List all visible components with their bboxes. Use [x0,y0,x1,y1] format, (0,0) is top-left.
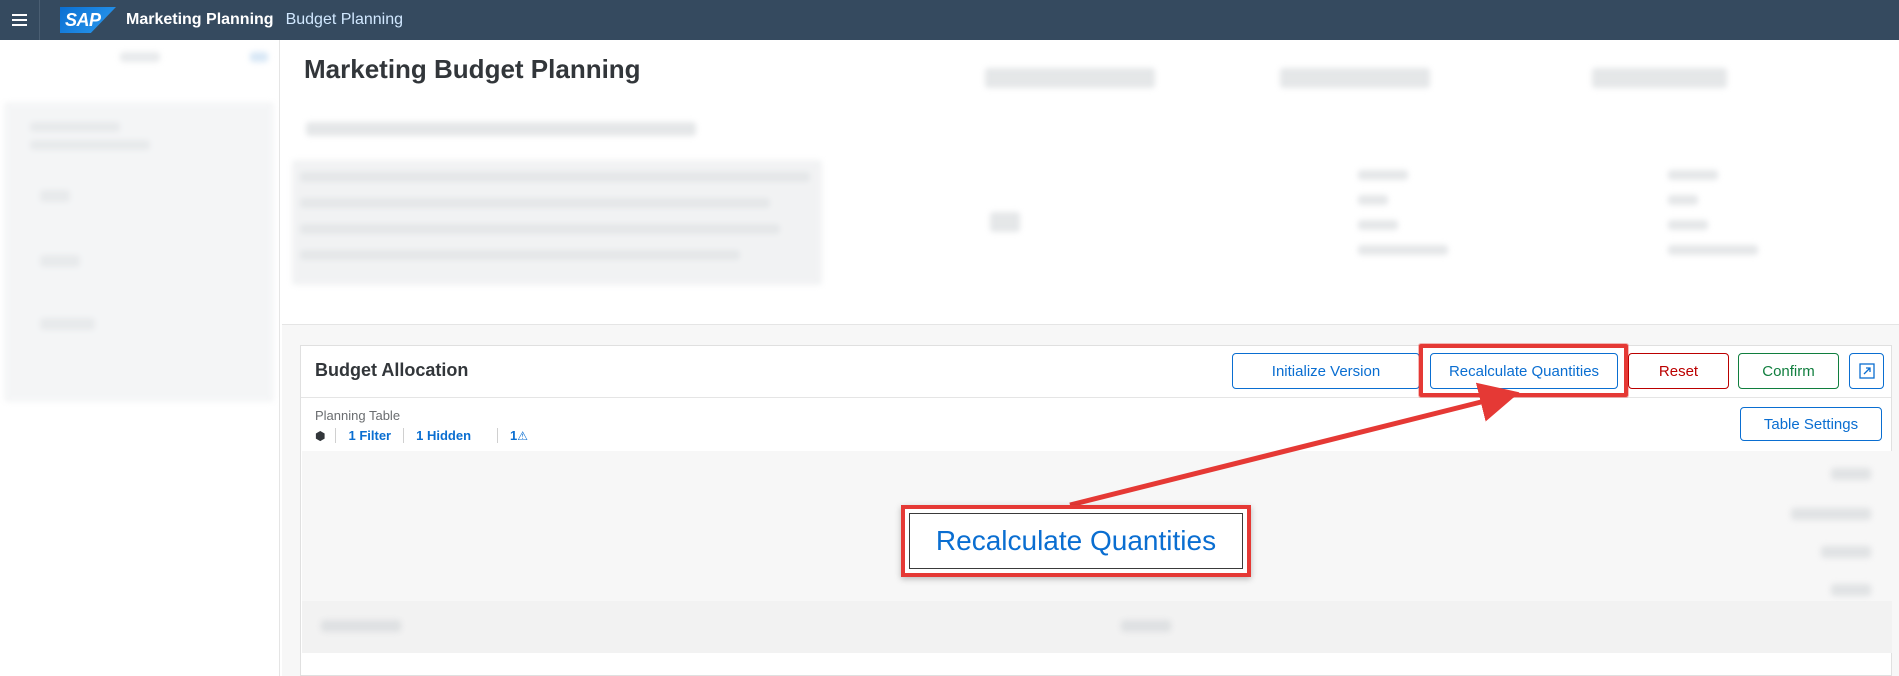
confirm-button[interactable]: Confirm [1738,353,1839,389]
planning-table-label: Planning Table [315,408,401,423]
menu-icon[interactable] [0,0,40,40]
side-panel [0,40,280,676]
panel-divider [301,397,1891,398]
app-subtitle[interactable]: Budget Planning [286,11,403,29]
initialize-version-button[interactable]: Initialize Version [1232,353,1420,389]
budget-allocation-title: Budget Allocation [315,360,469,380]
callout-box: Recalculate Quantities [901,505,1251,577]
table-toolbar: ⬢ 1 Filter 1 Hidden 1⚠ [315,428,540,443]
shell-bar: SAP Marketing Planning Budget Planning [0,0,1899,40]
filter-link[interactable]: 1 Filter [335,428,403,443]
hidden-link[interactable]: 1 Hidden [403,428,483,443]
settings-cube-icon[interactable]: ⬢ [315,429,335,443]
app-title: Marketing Planning [126,11,274,28]
warning-icon: ⚠ [517,429,529,443]
fullscreen-button[interactable] [1849,353,1884,389]
sap-logo[interactable]: SAP [60,7,116,33]
reset-button[interactable]: Reset [1628,353,1729,389]
warning-link[interactable]: 1⚠ [497,428,540,443]
table-header-row [302,601,1892,653]
table-settings-button[interactable]: Table Settings [1740,407,1882,441]
page-title: Marketing Budget Planning [304,54,641,84]
recalculate-highlight-box [1419,344,1628,397]
callout-text: Recalculate Quantities [935,525,1217,556]
expand-icon [1858,363,1875,379]
